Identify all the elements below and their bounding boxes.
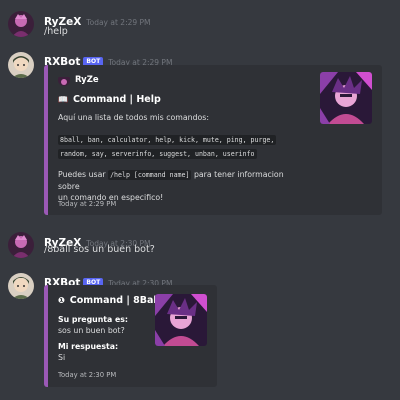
field-name: Mi respuesta: [58, 342, 119, 351]
usage-prefix: Puedes usar [58, 170, 106, 179]
embed-author-icon [58, 74, 70, 86]
message: RXBot BOT Today at 2:30 PM ❶ Command | 8Bal… [0, 269, 400, 394]
user-avatar[interactable] [8, 11, 34, 37]
embed-title: ❶ Command | 8Ball [58, 295, 160, 306]
embed-author-name: RyZe [75, 75, 99, 85]
message: RXBot BOT Today at 2:29 PM RyZe 📖 Command |… [0, 48, 400, 218]
8ball-icon: ❶ [58, 296, 65, 305]
message: RyZeX Today at 2:29 PM /help [0, 8, 400, 38]
embed-field-question: Su pregunta es: sos un buen bot? [58, 314, 128, 336]
message: RyZeX Today at 2:30 PM /8ball sos un buen… [0, 229, 400, 259]
message-content: /8ball sos un buen bot? [44, 244, 155, 255]
help-embed: RyZe 📖 Command | Help Aquí una lista de t… [44, 65, 382, 215]
field-value: Si [58, 353, 66, 362]
commands-line-2: random, say, serverinfo, suggest, unban,… [58, 149, 257, 159]
embed-footer: Today at 2:30 PM [58, 371, 117, 379]
embed-field-answer: Mi respuesta: Si [58, 341, 118, 363]
embed-author: RyZe [58, 74, 99, 86]
field-value: sos un buen bot? [58, 326, 125, 335]
embed-footer: Today at 2:29 PM [58, 200, 117, 208]
commands-line-1: 8ball, ban, calculator, help, kick, mute… [58, 135, 277, 145]
usage-code: /help [command name] [108, 170, 192, 180]
embed-title-text: Command | Help [72, 94, 161, 105]
message-content: /help [44, 26, 68, 37]
embed-thumbnail[interactable] [155, 294, 207, 346]
bot-avatar[interactable] [8, 273, 34, 299]
user-avatar[interactable] [8, 232, 34, 258]
embed-commands: 8ball, ban, calculator, help, kick, mute… [58, 134, 277, 160]
embed-title-text: Command | 8Ball [69, 295, 160, 306]
embed-thumbnail[interactable] [320, 72, 372, 124]
8ball-embed: ❶ Command | 8Ball Su pregunta es: sos un … [44, 285, 217, 387]
bot-avatar[interactable] [8, 52, 34, 78]
book-icon: 📖 [58, 95, 68, 104]
embed-title: 📖 Command | Help [58, 94, 161, 105]
embed-usage: Puedes usar /help [command name] para te… [58, 169, 288, 203]
embed-description: Aquí una lista de todos mis comandos: [58, 113, 209, 122]
field-name: Su pregunta es: [58, 315, 129, 324]
timestamp: Today at 2:29 PM [86, 18, 151, 27]
